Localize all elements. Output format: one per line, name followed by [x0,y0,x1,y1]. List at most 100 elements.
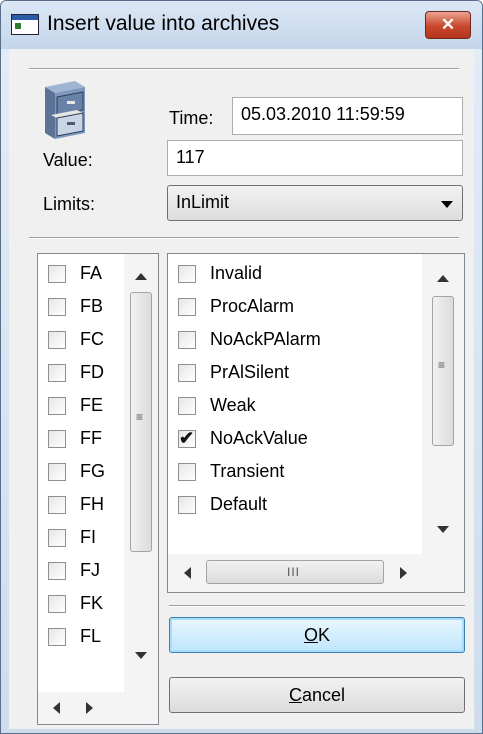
dialog-body: Time: 05.03.2010 11:59:59 Value: 117 Lim… [9,49,474,729]
checkbox[interactable] [48,463,66,481]
grip-icon: ≡ [136,410,144,424]
ok-button[interactable]: OK [169,617,465,653]
list-item-label: Invalid [210,263,263,283]
list-item-label: FC [80,329,104,349]
grip-icon: ≡ [438,358,446,372]
checkbox[interactable] [48,430,66,448]
list-item[interactable]: ✔ NoAckValue [168,423,422,456]
list-item-label: FE [80,395,104,415]
checkbox[interactable] [48,496,66,514]
checkbox[interactable] [48,397,66,415]
list-item-partial [38,654,124,660]
list-item-label: FJ [80,560,100,580]
scroll-down-arrow-icon[interactable] [437,526,449,533]
list-item[interactable]: FD [38,357,124,390]
list-item-label: FH [80,494,104,514]
list-item[interactable]: FJ [38,555,124,588]
ok-mnemonic: O [303,625,318,645]
checkbox[interactable] [178,331,196,349]
flags-list-vertical-scrollbar[interactable]: ≡ [124,254,158,692]
list-item[interactable]: Transient [168,456,422,489]
checkbox[interactable] [48,529,66,547]
checkbox[interactable] [48,265,66,283]
value-input-text: 117 [176,147,205,167]
status-list-h-scroll-thumb[interactable]: III [206,560,384,584]
button-separator [169,605,465,607]
list-item-label: PrAlSilent [210,362,290,382]
scroll-right-arrow-icon[interactable] [400,567,407,579]
list-item[interactable]: PrAlSilent [168,357,422,390]
cancel-mnemonic: C [288,685,302,705]
cancel-button[interactable]: Cancel [169,677,465,713]
list-item[interactable]: NoAckPAlarm [168,324,422,357]
checkbox[interactable] [48,298,66,316]
scroll-left-arrow-icon[interactable] [53,702,60,714]
title-bar[interactable]: Insert value into archives ✕ [1,1,482,49]
list-item[interactable]: FI [38,522,124,555]
list-item[interactable]: FG [38,456,124,489]
list-item-label: NoAckValue [210,428,308,448]
list-item[interactable]: Weak [168,390,422,423]
close-button[interactable]: ✕ [425,11,471,39]
time-label: Time: [169,108,214,128]
checkbox[interactable] [178,496,196,514]
time-field[interactable]: 05.03.2010 11:59:59 [232,97,463,135]
list-item[interactable]: ProcAlarm [168,291,422,324]
list-item[interactable]: FA [38,258,124,291]
scroll-left-arrow-icon[interactable] [184,567,191,579]
checkbox[interactable] [178,364,196,382]
list-item[interactable]: FL [38,621,124,654]
status-list[interactable]: Invalid ProcAlarm NoAckPAlarm PrAlSilent Wea… [167,253,465,593]
list-item-label: FI [80,527,96,547]
scroll-down-arrow-icon[interactable] [135,652,147,659]
list-item-label: FA [80,263,103,283]
value-field[interactable]: 117 [167,140,463,176]
limits-dropdown[interactable]: InLimit [167,185,463,221]
flags-list-scroll-thumb[interactable]: ≡ [130,292,152,552]
checkbox[interactable] [48,331,66,349]
value-label: Value: [43,150,93,170]
checkbox[interactable] [178,463,196,481]
list-item-label: NoAckPAlarm [210,329,321,349]
scroll-up-arrow-icon[interactable] [437,275,449,282]
checkbox[interactable] [48,562,66,580]
file-cabinet-icon [45,81,85,139]
checkbox[interactable] [48,364,66,382]
list-item[interactable]: FE [38,390,124,423]
list-item-label: Default [210,494,268,514]
checkbox[interactable] [178,397,196,415]
checkbox[interactable]: ✔ [178,428,196,448]
list-item-label: Transient [210,461,285,481]
scroll-right-arrow-icon[interactable] [86,702,93,714]
window-title: Insert value into archives [47,12,280,35]
time-value: 05.03.2010 11:59:59 [241,104,405,124]
checkbox[interactable] [48,628,66,646]
flags-list[interactable]: FA FB FC FD FE FF FG FH FI FJ FK FL ≡ [37,253,159,725]
list-item[interactable]: FH [38,489,124,522]
list-item-partial [168,522,422,528]
list-item[interactable]: FK [38,588,124,621]
list-item-label: FF [80,428,102,448]
top-separator [29,68,459,70]
status-list-scroll-thumb[interactable]: ≡ [432,296,454,446]
list-item-label: ProcAlarm [210,296,295,316]
checkbox[interactable] [48,595,66,613]
app-window-icon [11,14,39,35]
list-item-label: FG [80,461,105,481]
ok-label-rest: K [318,625,331,645]
list-item[interactable]: FF [38,423,124,456]
list-item[interactable]: FB [38,291,124,324]
checkmark-icon: ✔ [179,428,195,448]
flags-list-horizontal-scrollbar[interactable] [38,692,158,724]
list-item-label: FL [80,626,102,646]
dialog-window: Insert value into archives ✕ Time: 05.03… [0,0,483,734]
list-item[interactable]: Default [168,489,422,522]
list-item[interactable]: Invalid [168,258,422,291]
checkbox[interactable] [178,298,196,316]
status-list-horizontal-scrollbar[interactable]: III [168,554,464,592]
list-item[interactable]: FC [38,324,124,357]
status-list-vertical-scrollbar[interactable]: ≡ [422,254,464,554]
cancel-label-rest: ancel [301,685,346,705]
scroll-up-arrow-icon[interactable] [135,273,147,280]
checkbox[interactable] [178,265,196,283]
